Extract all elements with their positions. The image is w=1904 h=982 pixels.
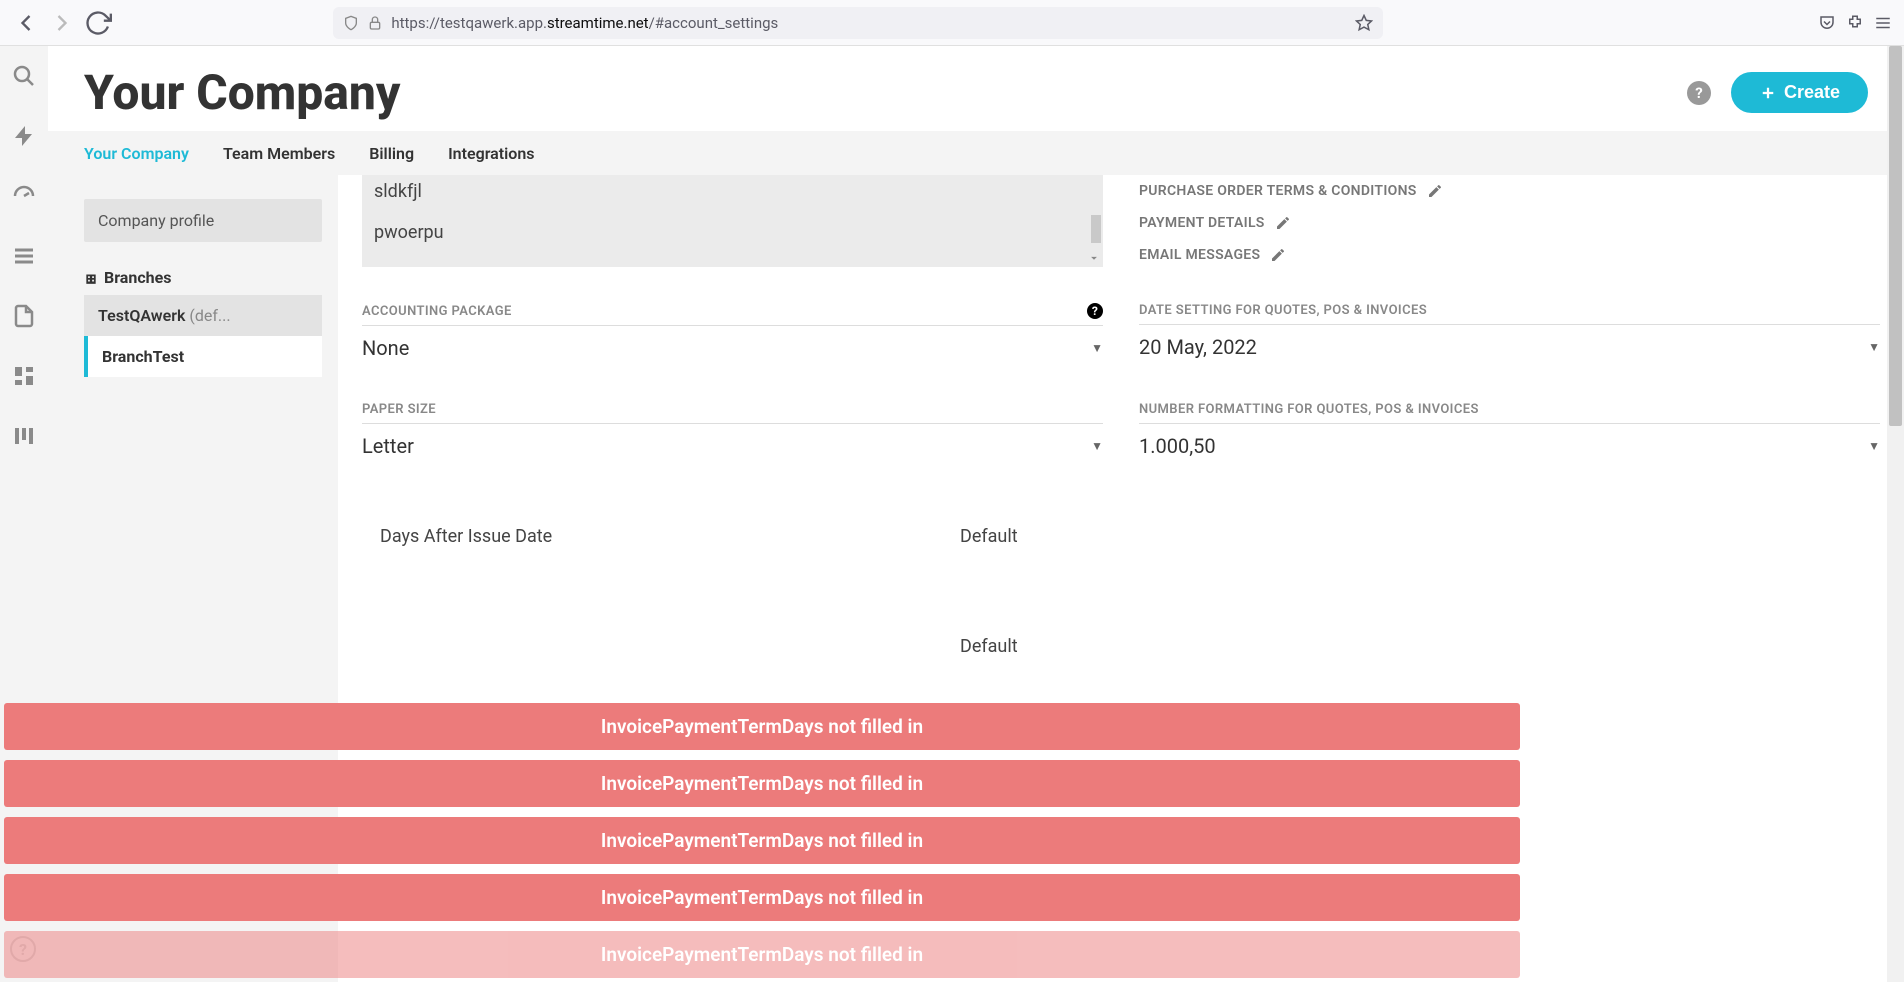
tabs: Your Company Team Members Billing Integr… xyxy=(48,131,1904,175)
error-toast[interactable]: InvoicePaymentTermDays not filled in xyxy=(4,703,1520,750)
tab-team-members[interactable]: Team Members xyxy=(223,144,335,163)
branch-testqawerk[interactable]: TestQAwerk (def... xyxy=(84,295,322,336)
field-value: None xyxy=(362,336,409,360)
edit-po-terms[interactable]: PURCHASE ORDER TERMS & CONDITIONS xyxy=(1139,183,1880,199)
notes-textarea[interactable]: sldkfjl pwoerpu xyxy=(362,175,1103,267)
grid-icon[interactable] xyxy=(12,364,36,388)
error-toast[interactable]: InvoicePaymentTermDays not filled in xyxy=(4,874,1520,921)
field-label: DATE SETTING FOR QUOTES, POS & INVOICES xyxy=(1139,303,1427,318)
edit-email-messages[interactable]: EMAIL MESSAGES xyxy=(1139,247,1880,263)
branches-header: Branches xyxy=(84,268,322,287)
help-dot-icon[interactable]: ? xyxy=(1087,303,1103,319)
search-icon[interactable] xyxy=(12,64,36,88)
notes-line: pwoerpu xyxy=(374,222,1091,243)
extensions-icon[interactable] xyxy=(1846,14,1864,32)
columns-icon[interactable] xyxy=(12,424,36,448)
accounting-package-field[interactable]: ACCOUNTING PACKAGE ? None ▼ xyxy=(362,303,1103,366)
menu-icon[interactable] xyxy=(1874,14,1892,32)
edit-link-label: EMAIL MESSAGES xyxy=(1139,247,1260,263)
gauge-icon[interactable] xyxy=(12,184,36,208)
sidebar-item-company-profile[interactable]: Company profile xyxy=(84,199,322,242)
branch-name: TestQAwerk xyxy=(98,306,185,325)
edit-link-label: PAYMENT DETAILS xyxy=(1139,215,1265,231)
chevron-down-icon[interactable] xyxy=(1087,251,1101,265)
field-label: ACCOUNTING PACKAGE xyxy=(362,304,512,319)
app-scrollbar-thumb[interactable] xyxy=(1889,46,1902,426)
branch-suffix: (def... xyxy=(185,306,230,325)
branch-branchtest[interactable]: BranchTest xyxy=(84,336,322,377)
toast-stack: InvoicePaymentTermDays not filled in Inv… xyxy=(4,703,1520,978)
field-value: 20 May, 2022 xyxy=(1139,335,1257,359)
chevron-down-icon: ▼ xyxy=(1091,341,1103,355)
pencil-icon xyxy=(1270,247,1286,263)
notes-line: sldkfjl xyxy=(374,181,1091,202)
tab-your-company[interactable]: Your Company xyxy=(84,144,189,163)
obscured-area: Days After Issue Date Default Default Ta… xyxy=(362,478,1880,738)
building-icon xyxy=(84,271,98,285)
pencil-icon xyxy=(1275,215,1291,231)
bolt-icon[interactable] xyxy=(12,124,36,148)
paper-size-field[interactable]: PAPER SIZE Letter ▼ xyxy=(362,402,1103,464)
pocket-icon[interactable] xyxy=(1818,14,1836,32)
pencil-icon xyxy=(1427,183,1443,199)
field-label: PAPER SIZE xyxy=(362,402,436,417)
forward-button[interactable] xyxy=(48,9,76,37)
back-button[interactable] xyxy=(12,9,40,37)
lock-icon xyxy=(367,15,383,31)
shield-icon xyxy=(343,15,359,31)
textarea-scrollbar-thumb[interactable] xyxy=(1091,215,1101,243)
help-icon[interactable]: ? xyxy=(1687,81,1711,105)
notes-textarea-wrap: sldkfjl pwoerpu xyxy=(362,175,1103,267)
edit-link-label: PURCHASE ORDER TERMS & CONDITIONS xyxy=(1139,183,1417,199)
field-value: Letter xyxy=(362,434,414,458)
create-label: Create xyxy=(1784,82,1840,103)
default-partial-2: Default xyxy=(960,636,1018,657)
tab-integrations[interactable]: Integrations xyxy=(448,144,534,163)
branches-header-label: Branches xyxy=(104,268,172,287)
app-scrollbar[interactable] xyxy=(1887,46,1904,982)
chevron-down-icon: ▼ xyxy=(1868,439,1880,453)
page-title: Your Company xyxy=(84,64,400,121)
default-partial: Default xyxy=(960,526,1018,547)
days-after-partial: Days After Issue Date xyxy=(380,526,552,547)
number-formatting-field[interactable]: NUMBER FORMATTING FOR QUOTES, POS & INVO… xyxy=(1139,402,1880,464)
chevron-down-icon: ▼ xyxy=(1868,340,1880,354)
error-toast[interactable]: InvoicePaymentTermDays not filled in xyxy=(4,817,1520,864)
error-toast[interactable]: InvoicePaymentTermDays not filled in xyxy=(4,931,1520,978)
reload-button[interactable] xyxy=(84,9,112,37)
tab-billing[interactable]: Billing xyxy=(369,144,414,163)
edit-payment-details[interactable]: PAYMENT DETAILS xyxy=(1139,215,1880,231)
star-icon[interactable] xyxy=(1355,14,1373,32)
error-toast[interactable]: InvoicePaymentTermDays not filled in xyxy=(4,760,1520,807)
edit-links: PURCHASE ORDER TERMS & CONDITIONS PAYMEN… xyxy=(1139,175,1880,267)
branch-name: BranchTest xyxy=(102,347,184,366)
page-header: Your Company ? Create xyxy=(48,46,1904,131)
field-label: NUMBER FORMATTING FOR QUOTES, POS & INVO… xyxy=(1139,402,1479,417)
list-icon[interactable] xyxy=(12,244,36,268)
date-setting-field[interactable]: DATE SETTING FOR QUOTES, POS & INVOICES … xyxy=(1139,303,1880,366)
browser-toolbar: https://testqawerk.app.streamtime.net/#a… xyxy=(0,0,1904,46)
field-value: 1.000,50 xyxy=(1139,434,1216,458)
url-bar[interactable]: https://testqawerk.app.streamtime.net/#a… xyxy=(333,7,1383,39)
plus-icon xyxy=(1759,84,1777,102)
file-icon[interactable] xyxy=(12,304,36,328)
create-button[interactable]: Create xyxy=(1731,72,1868,113)
url-text: https://testqawerk.app.streamtime.net/#a… xyxy=(391,14,1347,32)
chevron-down-icon: ▼ xyxy=(1091,439,1103,453)
